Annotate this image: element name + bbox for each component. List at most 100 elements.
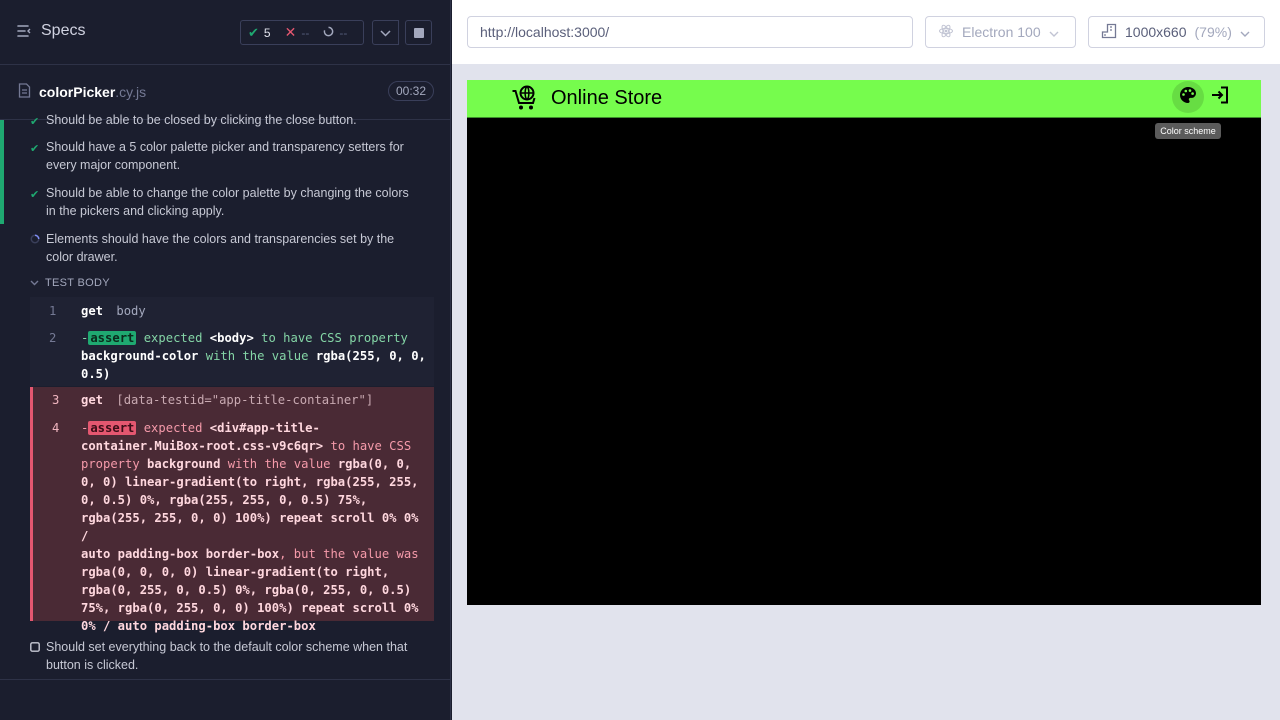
assert-text: with the value — [205, 349, 309, 363]
browser-name: Electron 100 — [962, 24, 1041, 40]
test-item[interactable]: Should set everything back to the defaul… — [0, 638, 450, 674]
assert-value: rgba(255, 0, 0, — [315, 349, 426, 363]
assert-actual: 0% / auto padding-box border-box — [81, 619, 316, 633]
menu-icon — [17, 24, 33, 38]
command-row-failed[interactable]: 4 - assert expected <div#app-title- conta… — [30, 414, 434, 633]
assert-value: rgba(255, 255, 0, 0) 100%) repeat scroll… — [81, 511, 419, 543]
app-title: Online Store — [551, 87, 663, 109]
command-row[interactable]: 1 get body — [30, 297, 434, 325]
app-preview-pane: http://localhost:3000/ Electron 100 1000… — [452, 0, 1280, 720]
test-title: Should be able to change the color palet… — [46, 186, 409, 218]
check-icon: ✔ — [30, 143, 40, 155]
assert-text: , but the value was — [279, 547, 419, 561]
pending-count: -- — [339, 25, 348, 40]
reporter-header: Specs ✔ 5 ✕ -- -- — [0, 0, 450, 65]
spinner-icon — [30, 232, 40, 250]
command-row-failed[interactable]: 3 get [data-testid="app-title-container"… — [30, 387, 434, 414]
command-number: 2 — [49, 331, 57, 345]
failed-stat: ✕ -- — [278, 24, 317, 41]
command-name: get — [81, 304, 104, 318]
stop-button[interactable] — [405, 20, 432, 45]
assert-badge: assert — [88, 331, 137, 345]
divider — [0, 679, 450, 680]
test-item[interactable]: ✔ Should have a 5 color palette picker a… — [0, 138, 450, 174]
pending-stat: -- — [316, 26, 354, 40]
test-title: Should have a 5 color palette picker and… — [46, 140, 404, 172]
app-viewport: Online Store Color scheme — [467, 80, 1261, 605]
assert-subject: container.MuiBox-root.css-v9c6qr> — [81, 439, 324, 453]
command-arg: body — [116, 304, 146, 318]
url-field[interactable]: http://localhost:3000/ — [467, 16, 913, 48]
assert-property: background — [147, 457, 221, 471]
chevron-down-icon — [1240, 24, 1250, 40]
test-body-label: TEST BODY — [45, 277, 110, 289]
spinner-icon — [323, 26, 334, 40]
specs-label: Specs — [41, 22, 86, 39]
command-number: 3 — [52, 393, 60, 407]
zoom-level: (79%) — [1194, 24, 1232, 40]
assert-value: 0.5) — [81, 367, 111, 381]
command-number: 1 — [49, 304, 57, 318]
assert-text: with the value — [227, 457, 331, 471]
test-body-toggle[interactable]: TEST BODY — [30, 277, 110, 289]
app-title-bar: Online Store — [467, 80, 1261, 118]
palette-icon — [1179, 86, 1197, 109]
file-base: colorPicker — [39, 84, 116, 100]
command-arg: [data-testid="app-title-container"] — [116, 393, 374, 407]
browser-selector[interactable]: Electron 100 — [925, 16, 1076, 48]
tooltip: Color scheme — [1155, 123, 1221, 139]
assert-value: 0, 0.5) 0%, rgba(255, 255, 0, 0.5) 75%, — [81, 493, 368, 507]
command-row[interactable]: 2 - assert expected <body> to have CSS pr… — [30, 325, 434, 386]
assert-text: expected — [143, 331, 203, 345]
login-button[interactable] — [1208, 85, 1232, 109]
assert-value: 0, 0) linear-gradient(to right, rgba(255… — [81, 475, 419, 489]
chevron-down-icon — [1049, 24, 1059, 40]
assert-text: to have CSS property — [261, 331, 408, 345]
assert-text: property — [81, 457, 140, 471]
shopping-cart-icon — [511, 84, 539, 117]
check-icon: ✔ — [30, 189, 40, 201]
pending-icon — [30, 640, 40, 658]
login-icon — [1210, 85, 1230, 110]
test-item[interactable]: Elements should have the colors and tran… — [0, 230, 450, 266]
assert-badge: assert — [88, 421, 137, 435]
specs-button[interactable]: Specs — [17, 22, 85, 40]
test-item[interactable]: ✔ Should be able to be closed by clickin… — [0, 111, 450, 129]
assert-subject: <div#app-title- — [209, 421, 320, 435]
color-scheme-button[interactable] — [1172, 81, 1204, 113]
assert-actual: rgba(0, 255, 0, 0.5) 0%, rgba(0, 255, 0,… — [81, 583, 412, 597]
assert-text: expected — [143, 421, 203, 435]
failed-count: -- — [301, 25, 310, 40]
test-title: Elements should have the colors and tran… — [46, 232, 395, 264]
test-title: Should be able to be closed by clicking … — [46, 113, 357, 127]
assert-subject: <body> — [209, 331, 254, 345]
assert-value: auto padding-box border-box — [81, 547, 280, 561]
command-name: get — [81, 393, 104, 407]
file-ext: .cy.js — [115, 84, 147, 100]
assert-text: to have CSS — [330, 439, 412, 453]
spec-file-name: colorPicker.cy.js — [18, 83, 146, 101]
passed-stat: ✔ 5 — [241, 25, 278, 41]
assert-actual: 75%, rgba(0, 255, 0, 0) 100%) repeat scr… — [81, 601, 419, 615]
x-icon: ✕ — [284, 24, 297, 40]
chevron-down-icon — [380, 24, 391, 42]
viewport-selector[interactable]: 1000x660 (79%) — [1088, 16, 1265, 48]
assert-value: rgba(0, 0, — [337, 457, 412, 471]
test-title: Should set everything back to the defaul… — [46, 640, 408, 672]
ruler-icon — [1101, 23, 1117, 42]
assert-property: background-color — [81, 349, 199, 363]
command-number: 4 — [52, 421, 60, 435]
passed-count: 5 — [263, 25, 271, 40]
chevron-down-button[interactable] — [372, 20, 399, 45]
check-icon: ✔ — [248, 24, 259, 40]
test-reporter: Specs ✔ 5 ✕ -- -- colorPicker.cy.js 00:3… — [0, 0, 451, 720]
test-stats: ✔ 5 ✕ -- -- — [240, 20, 364, 45]
check-icon: ✔ — [30, 116, 40, 128]
test-item[interactable]: ✔ Should be able to change the color pal… — [0, 184, 450, 220]
electron-icon — [938, 23, 954, 42]
file-icon — [18, 83, 31, 101]
stop-icon — [413, 27, 424, 38]
viewport-size: 1000x660 — [1125, 24, 1187, 40]
duration-badge: 00:32 — [388, 81, 435, 101]
browser-toolbar: http://localhost:3000/ Electron 100 1000… — [452, 0, 1280, 64]
